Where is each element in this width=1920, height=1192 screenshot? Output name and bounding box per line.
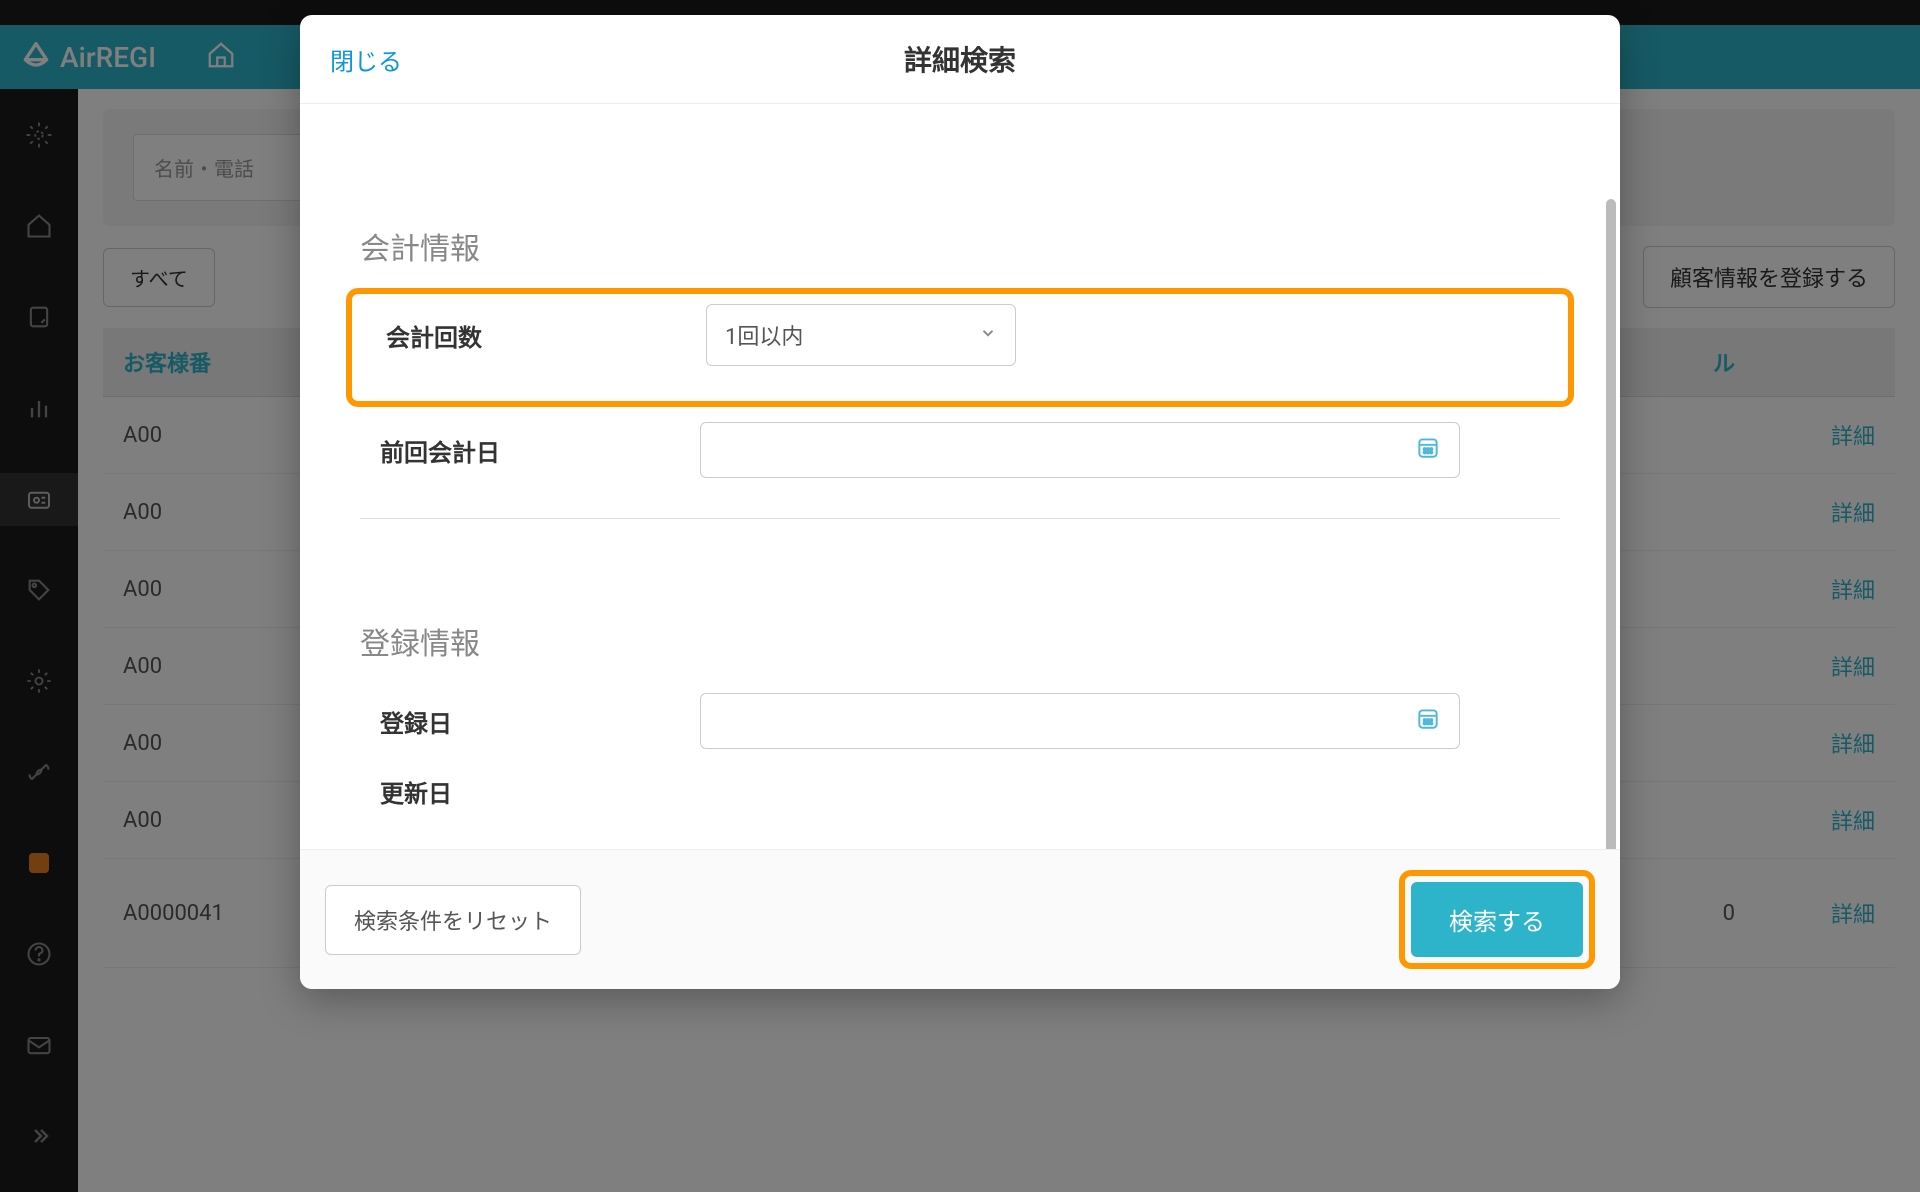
modal-body: 会計情報 会計回数 1回以内 — [300, 104, 1620, 849]
modal-overlay: 閉じる 詳細検索 会計情報 会計回数 1回以内 — [0, 0, 1920, 1192]
calendar-icon — [1415, 705, 1441, 737]
section-title-registration: 登録情報 — [360, 619, 1560, 663]
form-row-lastdate: 前回会計日 — [360, 422, 1560, 478]
detail-search-modal: 閉じる 詳細検索 会計情報 会計回数 1回以内 — [300, 15, 1620, 989]
form-row-regdate: 登録日 — [360, 693, 1560, 749]
modal-title: 詳細検索 — [904, 39, 1016, 79]
modal-footer: 検索条件をリセット 検索する — [300, 849, 1620, 989]
select-accounting-count[interactable]: 1回以内 — [706, 304, 1016, 366]
calendar-icon — [1415, 434, 1441, 466]
close-button[interactable]: 閉じる — [330, 42, 402, 77]
reset-button[interactable]: 検索条件をリセット — [325, 885, 581, 955]
search-button[interactable]: 検索する — [1411, 882, 1583, 957]
label-regdate: 登録日 — [360, 704, 700, 739]
label-updatedate: 更新日 — [360, 774, 700, 809]
form-row-updatedate: 更新日 — [360, 774, 1560, 809]
select-value: 1回以内 — [725, 319, 803, 351]
date-input-lastdate[interactable] — [700, 422, 1460, 478]
date-input-regdate[interactable] — [700, 693, 1460, 749]
highlight-search-button: 検索する — [1399, 870, 1595, 969]
label-count: 会計回数 — [366, 318, 706, 353]
label-lastdate: 前回会計日 — [360, 433, 700, 468]
section-divider — [360, 518, 1560, 519]
form-row-count: 会計回数 1回以内 — [366, 304, 1554, 366]
scrollbar[interactable] — [1606, 199, 1616, 849]
modal-header: 閉じる 詳細検索 — [300, 15, 1620, 104]
section-title-accounting: 会計情報 — [360, 224, 1560, 268]
chevron-down-icon — [979, 323, 997, 348]
highlight-accounting-count: 会計回数 1回以内 — [346, 288, 1574, 407]
